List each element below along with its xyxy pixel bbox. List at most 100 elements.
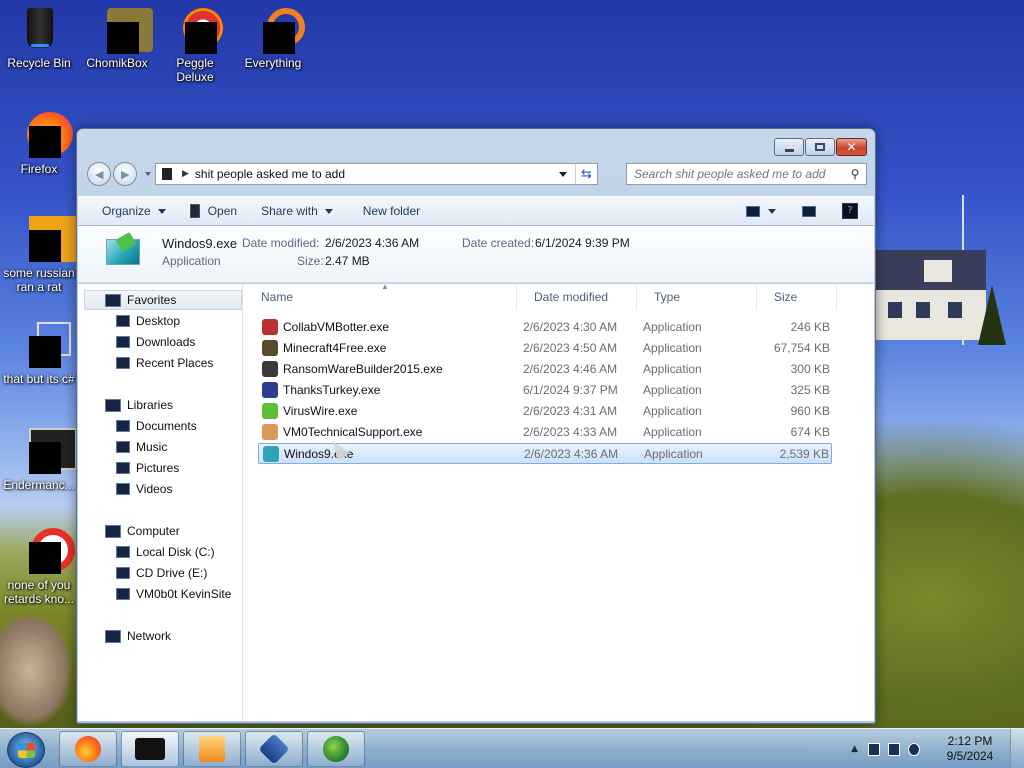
view-dropdown-icon[interactable] bbox=[768, 208, 776, 214]
nav-local-disk[interactable]: Local Disk (C:) bbox=[116, 543, 215, 561]
preview-pane-icon[interactable] bbox=[802, 205, 816, 217]
file-date-modified: 6/1/2024 9:37 PM bbox=[523, 383, 618, 397]
desktop-icon-some-russian[interactable]: some russian ran a rat bbox=[1, 216, 77, 294]
sort-ascending-icon: ▲ bbox=[381, 282, 389, 291]
show-desktop-button[interactable] bbox=[1010, 729, 1024, 768]
taskbar-explorer[interactable] bbox=[121, 731, 179, 767]
taskbar-firefox[interactable] bbox=[59, 731, 117, 767]
taskbar-internet-download[interactable] bbox=[307, 731, 365, 767]
file-type: Application bbox=[643, 404, 702, 418]
refresh-button[interactable]: ⇆ bbox=[575, 164, 597, 184]
application-icon bbox=[262, 424, 278, 440]
file-size: 325 KB bbox=[790, 383, 830, 397]
nav-documents[interactable]: Documents bbox=[116, 417, 197, 435]
nav-label: Computer bbox=[127, 524, 180, 538]
breadcrumb-separator-icon[interactable]: ▶ bbox=[182, 169, 189, 179]
close-icon: ✕ bbox=[846, 140, 857, 154]
desktop-icon-peggle-deluxe[interactable]: Peggle Deluxe bbox=[157, 6, 233, 84]
column-label: Name bbox=[261, 290, 294, 304]
desktop-icon-chomikbox[interactable]: ChomikBox bbox=[79, 6, 155, 70]
nav-label: Videos bbox=[136, 482, 173, 496]
file-row[interactable]: VirusWire.exe 2/6/2023 4:31 AM Application… bbox=[258, 401, 832, 422]
search-input[interactable] bbox=[634, 167, 844, 181]
nav-computer[interactable]: Computer bbox=[105, 522, 180, 540]
documents-icon bbox=[116, 420, 130, 432]
volume-icon[interactable] bbox=[908, 742, 920, 756]
application-icon bbox=[15, 428, 77, 476]
nav-pictures[interactable]: Pictures bbox=[116, 459, 179, 477]
nav-label: Pictures bbox=[136, 461, 180, 475]
nav-recent-places[interactable]: Recent Places bbox=[116, 354, 213, 372]
nav-desktop[interactable]: Desktop bbox=[116, 312, 180, 330]
organize-button[interactable]: Organize bbox=[102, 204, 166, 218]
nav-label: CD Drive (E:) bbox=[136, 566, 208, 580]
file-row[interactable]: ThanksTurkey.exe 6/1/2024 9:37 PM Applicat… bbox=[258, 380, 832, 401]
nav-videos[interactable]: Videos bbox=[116, 480, 172, 498]
back-arrow-icon: ◀ bbox=[95, 168, 104, 181]
file-name: Minecraft4Free.exe bbox=[283, 341, 387, 355]
file-size: 246 KB bbox=[790, 320, 830, 334]
minimize-button[interactable] bbox=[774, 138, 804, 156]
address-bar[interactable]: ▶ shit people asked me to add ⇆ bbox=[155, 163, 598, 185]
file-type: Application bbox=[643, 320, 702, 334]
address-dropdown-icon[interactable] bbox=[559, 171, 567, 177]
file-row[interactable]: RansomWareBuilder2015.exe 2/6/2023 4:46 A… bbox=[258, 359, 832, 380]
network-status-icon[interactable] bbox=[888, 742, 900, 756]
column-header-size[interactable]: Size bbox=[757, 284, 837, 310]
taskbar-virtualbox[interactable] bbox=[245, 731, 303, 767]
show-hidden-icons-icon[interactable]: ▲ bbox=[851, 744, 858, 754]
refresh-icon: ⇆ bbox=[581, 166, 592, 182]
desktop-icon-endermanch[interactable]: Endermanc... bbox=[1, 428, 77, 492]
background-house bbox=[876, 250, 986, 340]
nav-cd-drive[interactable]: CD Drive (E:) bbox=[116, 564, 207, 582]
nav-label: Desktop bbox=[136, 314, 181, 328]
windows-logo-icon bbox=[18, 743, 35, 758]
file-type: Application bbox=[643, 425, 702, 439]
address-path[interactable]: shit people asked me to add bbox=[195, 167, 559, 181]
back-button[interactable]: ◀ bbox=[87, 162, 111, 186]
column-header-date-modified[interactable]: Date modified bbox=[517, 284, 637, 310]
nav-vm-site[interactable]: VM0b0t KevinSite bbox=[116, 585, 231, 603]
file-row[interactable]: Minecraft4Free.exe 2/6/2023 4:50 AM Applic… bbox=[258, 338, 832, 359]
star-icon bbox=[105, 293, 121, 307]
maximize-button[interactable] bbox=[805, 138, 835, 156]
desktop-icon-everything[interactable]: Everything bbox=[235, 6, 311, 70]
desktop-icon-none-of-you[interactable]: none of you retards kno... bbox=[1, 528, 77, 606]
globe-icon bbox=[323, 736, 349, 762]
recent-pages-dropdown[interactable] bbox=[145, 172, 151, 176]
new-folder-button[interactable]: New folder bbox=[363, 204, 420, 218]
file-row[interactable]: VM0TechnicalSupport.exe 2/6/2023 4:33 AM A… bbox=[258, 422, 832, 443]
column-header-name[interactable]: Name ▲ bbox=[244, 282, 517, 310]
explorer-icon bbox=[135, 738, 165, 760]
nav-music[interactable]: Music bbox=[116, 438, 167, 456]
taskbar-media-player[interactable] bbox=[183, 731, 241, 767]
desktop-icon-that-but-c[interactable]: that but its c# bbox=[1, 322, 77, 386]
close-button[interactable]: ✕ bbox=[836, 138, 867, 156]
desktop-icon-recycle-bin[interactable]: Recycle Bin bbox=[1, 6, 77, 70]
desktop-icon-firefox[interactable]: Firefox bbox=[1, 112, 77, 176]
nav-favorites[interactable]: Favorites bbox=[105, 291, 176, 309]
column-header-type[interactable]: Type bbox=[637, 284, 757, 310]
file-type: Application bbox=[643, 362, 702, 376]
nav-label: Favorites bbox=[127, 293, 177, 307]
clock[interactable]: 2:12 PM 9/5/2024 bbox=[934, 734, 1006, 764]
explorer-window: ✕ ◀ ▶ ▶ shit people asked me to add ⇆ ⚲ … bbox=[76, 128, 876, 724]
nav-downloads[interactable]: Downloads bbox=[116, 333, 195, 351]
file-name: VM0TechnicalSupport.exe bbox=[283, 425, 423, 439]
start-button[interactable] bbox=[7, 732, 45, 768]
action-center-icon[interactable] bbox=[868, 742, 880, 756]
column-label: Date modified bbox=[534, 290, 609, 304]
share-with-button[interactable]: Share with bbox=[261, 204, 333, 218]
forward-button[interactable]: ▶ bbox=[113, 162, 137, 186]
application-icon bbox=[262, 319, 278, 335]
file-name: RansomWareBuilder2015.exe bbox=[283, 362, 443, 376]
file-row[interactable]: CollabVMBotter.exe 2/6/2023 4:30 AM Applic… bbox=[258, 317, 832, 338]
help-icon[interactable]: ? bbox=[842, 203, 858, 219]
libraries-icon bbox=[105, 398, 121, 412]
open-button[interactable]: Open bbox=[189, 204, 237, 218]
search-icon[interactable]: ⚲ bbox=[844, 167, 866, 181]
nav-network[interactable]: Network bbox=[105, 627, 171, 645]
application-icon bbox=[15, 216, 77, 264]
change-view-icon[interactable] bbox=[746, 205, 760, 217]
nav-libraries[interactable]: Libraries bbox=[105, 396, 173, 414]
